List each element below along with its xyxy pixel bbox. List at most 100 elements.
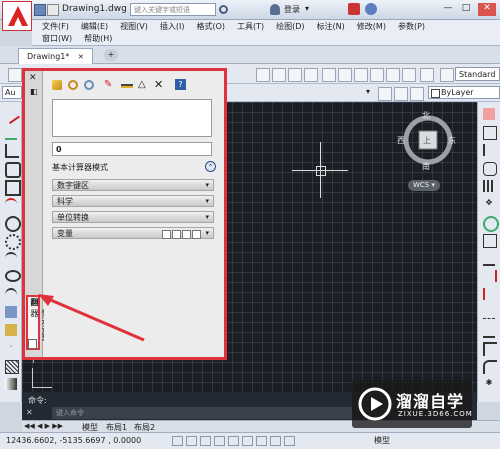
color-select[interactable]: ByLayer — [428, 86, 500, 99]
explode-icon[interactable]: ✱ — [483, 378, 495, 390]
layer-state-icon[interactable] — [378, 87, 392, 101]
copy-icon[interactable] — [483, 126, 497, 140]
close-tab-icon[interactable]: ✕ — [78, 53, 84, 61]
get-coordinates-icon[interactable]: ✎ — [104, 79, 116, 91]
markup-icon[interactable] — [386, 68, 400, 82]
scale-icon[interactable] — [483, 234, 497, 248]
clear-icon[interactable] — [52, 80, 62, 90]
quick-access-toolbar[interactable] — [34, 3, 59, 16]
save-icon[interactable] — [34, 4, 46, 16]
revision-cloud-icon[interactable] — [5, 234, 21, 250]
minimize-button[interactable]: — — [440, 3, 456, 16]
snap-toggle-icon[interactable] — [172, 436, 183, 446]
pan-icon[interactable] — [256, 68, 270, 82]
variable-new-icon[interactable] — [162, 230, 171, 239]
menu-draw[interactable]: 绘图(D) — [270, 21, 310, 33]
wcs-menu[interactable]: WCS ▾ — [408, 180, 440, 191]
hatch-icon[interactable] — [5, 360, 19, 374]
compass-south[interactable]: 南 — [422, 161, 430, 172]
variable-delete-icon[interactable] — [182, 230, 191, 239]
mirror-icon[interactable] — [483, 144, 497, 156]
ducs-toggle-icon[interactable] — [256, 436, 267, 446]
calculator-icon[interactable] — [402, 68, 416, 82]
move-icon[interactable]: ✥ — [483, 198, 495, 210]
search-input[interactable]: 键入关键字或短语 — [130, 3, 216, 16]
offset-icon[interactable] — [483, 162, 497, 176]
erase-icon[interactable] — [483, 108, 495, 120]
layer-dropdown-icon[interactable]: ▾ — [366, 87, 370, 96]
break-icon[interactable] — [483, 306, 495, 319]
section-scientific[interactable]: 科学 ▾ — [52, 195, 214, 207]
coordinates-readout[interactable]: 12436.6602, -5135.6697 , 0.0000 — [6, 433, 141, 449]
help-icon[interactable] — [365, 3, 377, 15]
menu-insert[interactable]: 插入(I) — [154, 21, 191, 33]
text-style-select[interactable]: Standard — [455, 67, 500, 81]
intersection-icon[interactable]: ✕ — [154, 79, 166, 91]
close-button[interactable]: ✕ — [478, 3, 496, 16]
new-icon[interactable] — [8, 68, 22, 82]
history-display[interactable] — [52, 99, 212, 137]
section-variables[interactable]: 变量 ▾ — [52, 227, 214, 239]
calc-input-field[interactable]: 0 — [52, 142, 212, 156]
search-icon[interactable] — [219, 5, 228, 14]
login-link[interactable]: 登录 — [284, 4, 300, 15]
text-style-icon[interactable] — [440, 68, 454, 82]
section-units[interactable]: 单位转换 ▾ — [52, 211, 214, 223]
grid-toggle-icon[interactable] — [186, 436, 197, 446]
trim-icon[interactable] — [483, 270, 497, 282]
viewcube-top-face[interactable]: 上 — [423, 135, 431, 146]
tab-drawing1[interactable]: Drawing1* ✕ — [18, 48, 93, 64]
make-current-icon[interactable] — [394, 87, 408, 101]
calc-help-icon[interactable]: ? — [175, 79, 186, 90]
rectangle-icon[interactable] — [5, 180, 21, 196]
otrack-toggle-icon[interactable] — [242, 436, 253, 446]
extend-icon[interactable] — [483, 288, 497, 300]
lwt-toggle-icon[interactable] — [284, 436, 295, 446]
dyn-toggle-icon[interactable] — [270, 436, 281, 446]
polar-toggle-icon[interactable] — [214, 436, 225, 446]
polyline-icon[interactable] — [5, 144, 19, 158]
construction-line-icon[interactable] — [5, 126, 17, 140]
command-input[interactable]: 键入命令 — [52, 407, 352, 419]
compass-west[interactable]: 西 — [397, 135, 405, 146]
dropdown-icon[interactable]: ▾ — [305, 4, 309, 13]
compass-north[interactable]: 北 — [422, 110, 430, 121]
paste-to-command-icon[interactable] — [84, 80, 94, 90]
model-space-label[interactable]: 模型 — [374, 433, 390, 449]
menu-tools[interactable]: 工具(T) — [231, 21, 270, 33]
ellipse-icon[interactable] — [5, 270, 21, 282]
line-icon[interactable] — [2, 105, 20, 125]
menu-parametric[interactable]: 参数(P) — [392, 21, 431, 33]
undo-icon[interactable] — [47, 4, 59, 16]
menu-edit[interactable]: 编辑(E) — [75, 21, 114, 33]
layout-nav-icon[interactable]: ◀◀ ◀ ▶ ▶▶ — [24, 422, 63, 430]
polygon-icon[interactable] — [5, 162, 21, 178]
array-icon[interactable] — [483, 180, 495, 192]
section-number-pad[interactable]: 数字键区 ▾ — [52, 179, 214, 191]
user-icon[interactable] — [270, 4, 280, 15]
zoom-previous-icon[interactable] — [304, 68, 318, 82]
insert-block-icon[interactable] — [5, 306, 17, 318]
arc-icon[interactable] — [5, 198, 17, 212]
command-close-icon[interactable]: ✕ — [26, 408, 33, 417]
maximize-button[interactable]: □ — [458, 3, 474, 16]
ellipse-arc-icon[interactable] — [5, 288, 17, 302]
viewcube[interactable]: 北 南 西 东 上 — [397, 110, 458, 172]
ortho-toggle-icon[interactable] — [200, 436, 211, 446]
menu-format[interactable]: 格式(O) — [190, 21, 231, 33]
menu-window[interactable]: 窗口(W) — [36, 33, 78, 45]
variable-edit-icon[interactable] — [172, 230, 181, 239]
stretch-icon[interactable] — [483, 252, 495, 266]
app-logo[interactable] — [2, 1, 32, 31]
osnap-toggle-icon[interactable] — [228, 436, 239, 446]
tool-palettes-icon[interactable] — [354, 68, 368, 82]
fillet-icon[interactable] — [483, 360, 497, 374]
collapse-mode-icon[interactable]: ⌃ — [205, 161, 216, 172]
close-palette-icon[interactable]: ✕ — [29, 73, 37, 83]
join-icon[interactable] — [483, 324, 495, 338]
gradient-icon[interactable] — [5, 378, 17, 390]
menu-view[interactable]: 视图(V) — [114, 21, 154, 33]
zoom-realtime-icon[interactable] — [272, 68, 286, 82]
clear-history-icon[interactable] — [68, 80, 78, 90]
layer-previous-icon[interactable] — [410, 87, 424, 101]
